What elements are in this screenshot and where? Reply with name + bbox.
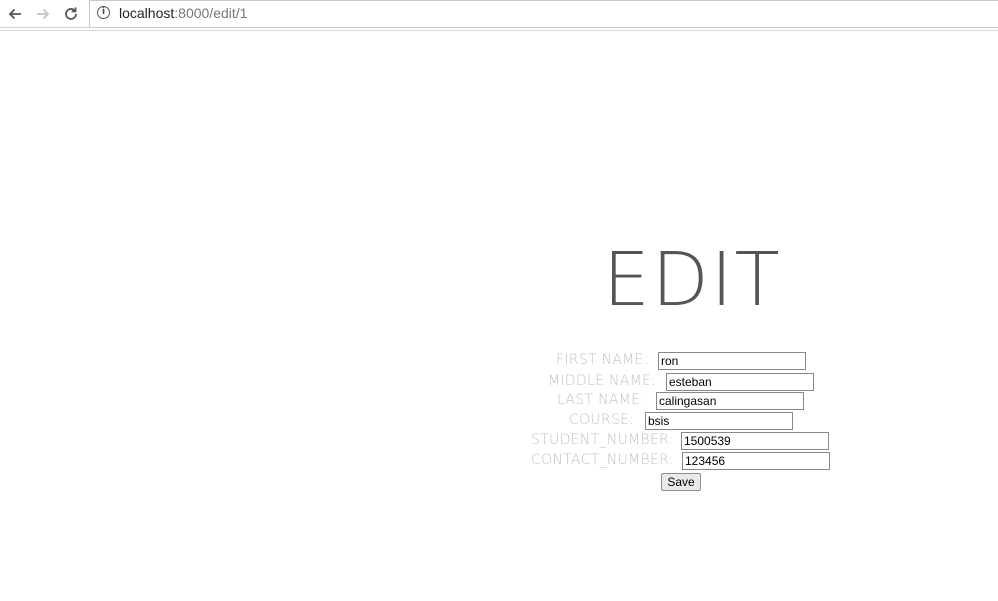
save-button[interactable]: Save — [661, 473, 701, 491]
last-name-label: LAST NAME: — [557, 392, 646, 408]
page-title: EDIT — [603, 237, 782, 323]
student-number-input[interactable] — [681, 432, 829, 450]
middle-name-input[interactable] — [666, 373, 814, 391]
forward-arrow-icon[interactable] — [32, 3, 54, 25]
info-icon[interactable]: i — [97, 6, 110, 19]
first-name-input[interactable] — [658, 352, 806, 370]
back-arrow-icon[interactable] — [4, 3, 26, 25]
reload-icon[interactable] — [60, 3, 82, 25]
middle-name-label: MIDDLE NAME: — [548, 373, 657, 389]
url-text[interactable]: localhost:8000/edit/1 — [119, 5, 247, 21]
contact-number-input[interactable] — [682, 452, 830, 470]
course-input[interactable] — [645, 412, 793, 430]
url-path: :8000/edit/1 — [174, 5, 248, 21]
student-number-label: STUDENT_NUMBER: — [531, 432, 674, 448]
first-name-label: FIRST NAME: — [556, 352, 649, 368]
browser-toolbar: i localhost:8000/edit/1 — [0, 0, 998, 31]
course-label: COURSE: — [569, 412, 635, 428]
url-host: localhost — [119, 5, 175, 21]
contact-number-label: CONTACT_NUMBER: — [531, 452, 674, 468]
last-name-input[interactable] — [656, 392, 804, 410]
